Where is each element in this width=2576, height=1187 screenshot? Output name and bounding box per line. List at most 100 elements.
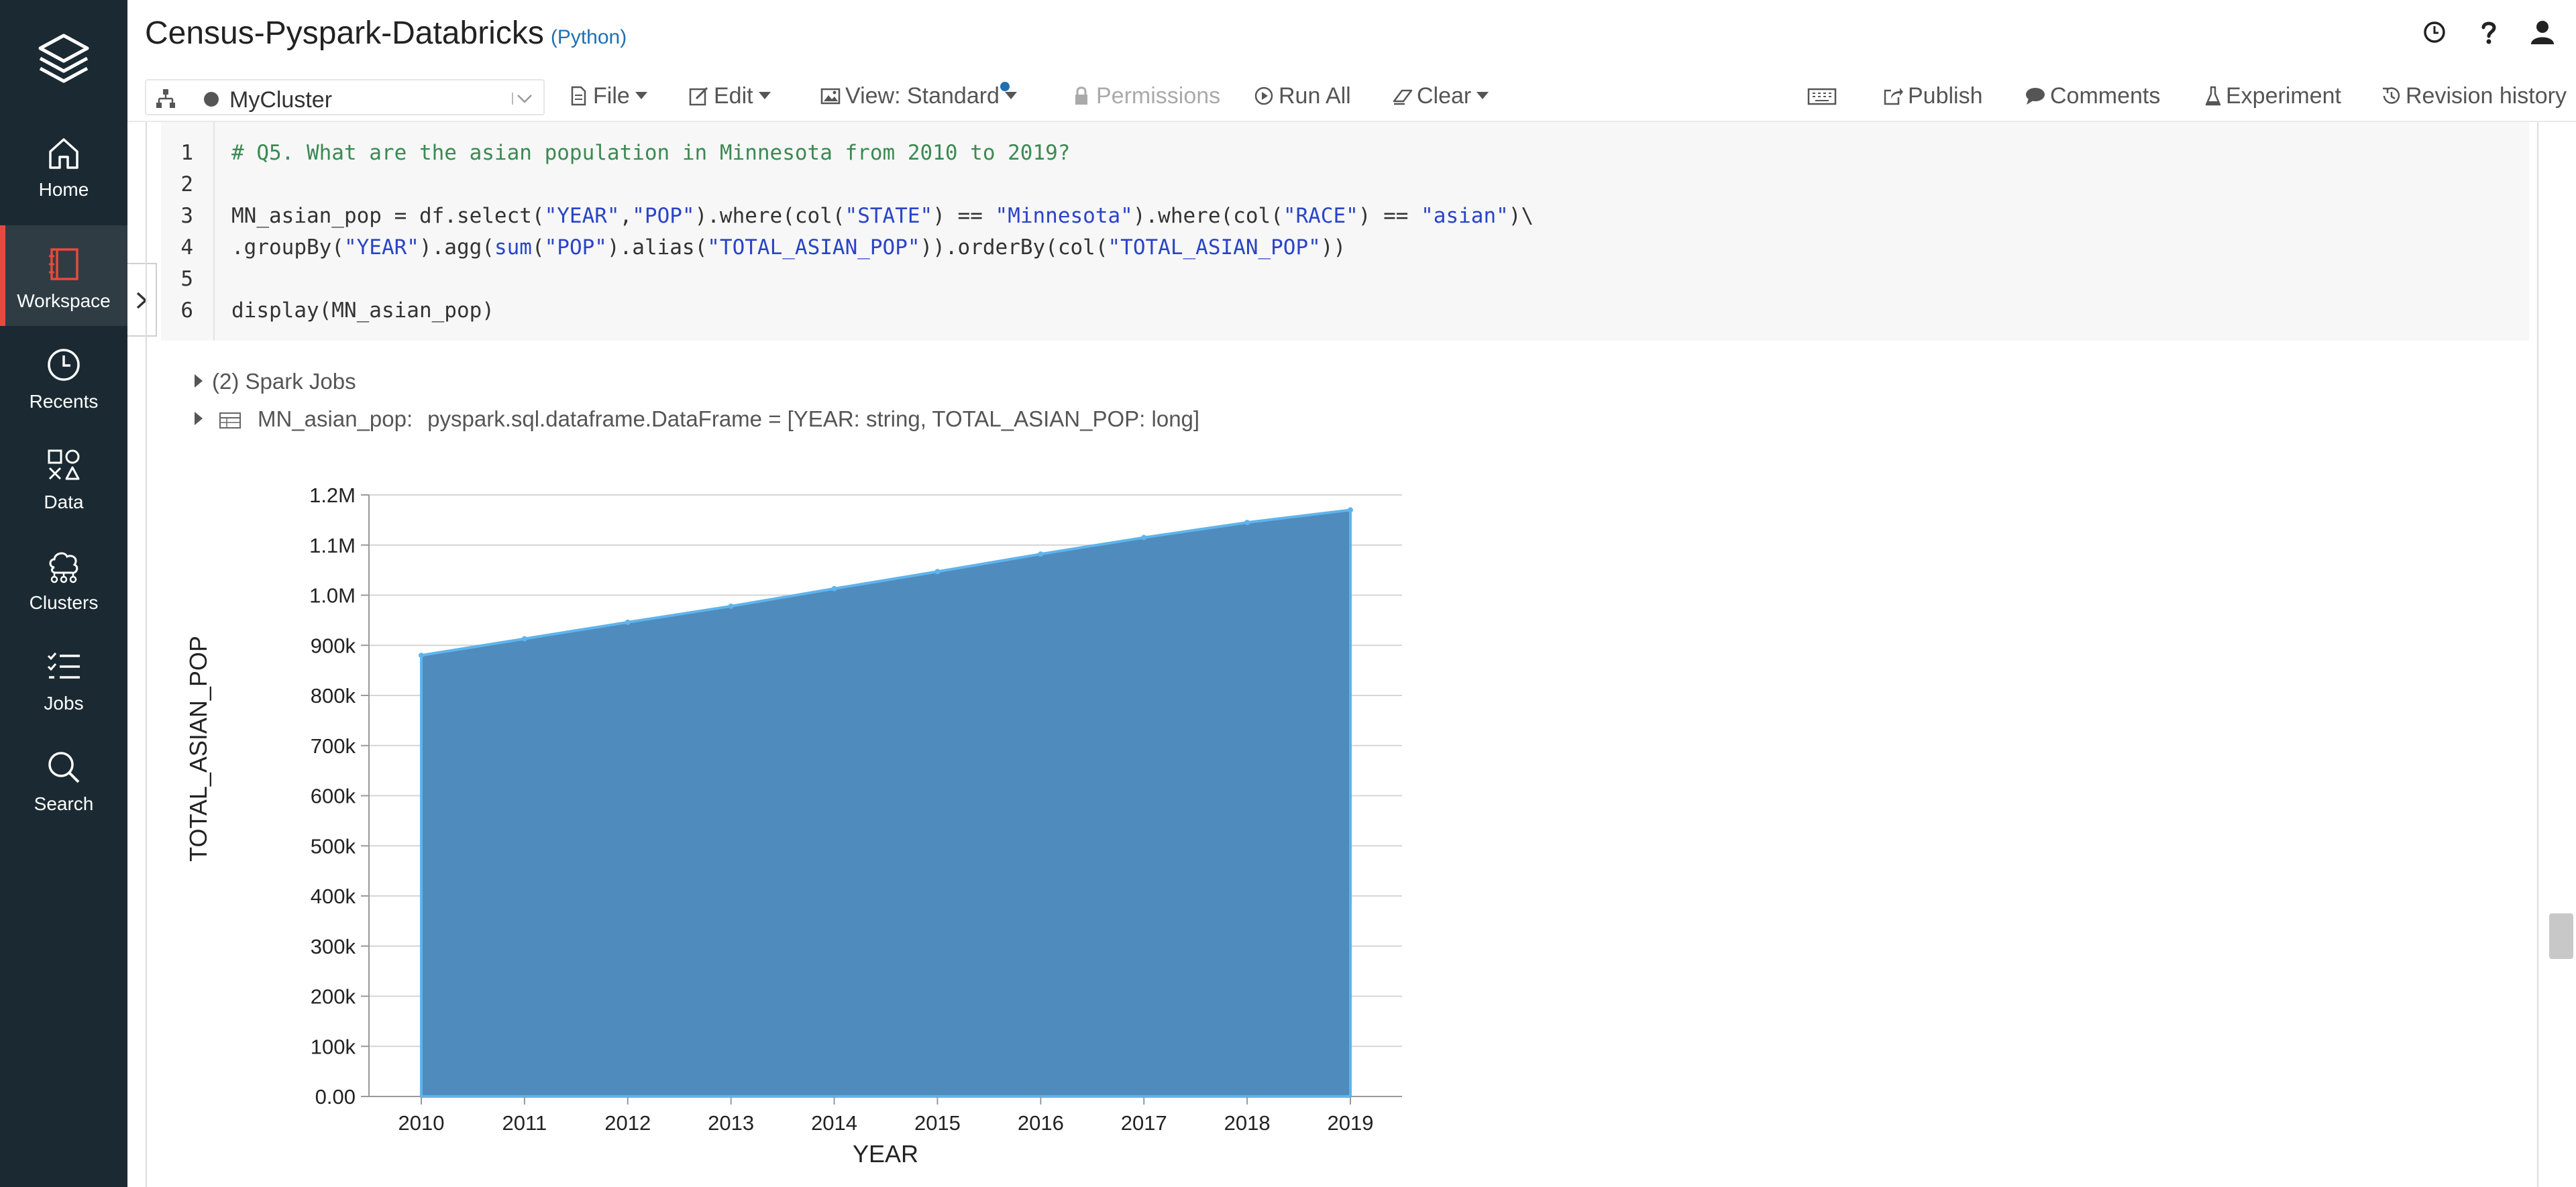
file-menu[interactable]: File bbox=[568, 83, 647, 109]
notebook-right-border bbox=[2537, 122, 2538, 1187]
cluster-status-dot bbox=[204, 92, 219, 107]
sidebar-item-search[interactable]: Search bbox=[0, 728, 127, 829]
sidebar-item-label: Data bbox=[44, 492, 84, 512]
dataframe-schema-toggle[interactable]: MN_asian_pop: pyspark.sql.dataframe.DataF… bbox=[195, 406, 1199, 432]
x-axis-title: YEAR bbox=[853, 1140, 918, 1167]
cluster-selector[interactable]: MyCluster bbox=[145, 79, 545, 115]
line-number: 2 bbox=[180, 172, 193, 196]
lock-icon bbox=[1075, 87, 1087, 105]
spark-jobs-label: (2) Spark Jobs bbox=[212, 369, 356, 394]
sidebar: Home Workspace Recents Data Clusters Job… bbox=[0, 0, 127, 1187]
databricks-logo-icon[interactable] bbox=[34, 30, 94, 91]
code-token: ) == bbox=[932, 204, 996, 228]
line-number: 3 bbox=[180, 204, 193, 228]
revision-history-button[interactable]: Revision history bbox=[2380, 83, 2567, 109]
permissions-label: Permissions bbox=[1096, 83, 1221, 109]
x-tick-label: 2018 bbox=[1224, 1111, 1271, 1135]
code-token: )).orderBy(col( bbox=[920, 235, 1108, 260]
view-menu[interactable]: View: Standard bbox=[820, 83, 1017, 109]
code-line-display[interactable]: display(MN_asian_pop) bbox=[231, 298, 494, 323]
workspace-icon bbox=[49, 248, 78, 280]
scrollbar-thumb[interactable] bbox=[2549, 913, 2573, 959]
y-tick-label: 500k bbox=[311, 834, 356, 858]
code-line-select[interactable]: MN_asian_pop = df.select("YEAR","POP").w… bbox=[231, 204, 1534, 228]
dataframe-name: MN_asian_pop: bbox=[258, 406, 413, 431]
code-string: "POP" bbox=[632, 204, 695, 228]
sidebar-item-label: Clusters bbox=[29, 592, 99, 613]
permissions-button[interactable]: Permissions bbox=[1071, 83, 1220, 109]
code-token: )\ bbox=[1508, 204, 1534, 228]
data-point bbox=[625, 619, 631, 625]
area-chart[interactable]: 0.00 100k 200k 300k 400k 500k 600k 700k 800k 900k… bbox=[174, 469, 1422, 1167]
x-tick-label: 2016 bbox=[1018, 1111, 1064, 1135]
x-tick-label: 2019 bbox=[1328, 1111, 1374, 1135]
x-tick-label: 2015 bbox=[914, 1111, 961, 1135]
data-point bbox=[1141, 534, 1147, 541]
code-comment-line[interactable]: # Q5. What are the asian population in M… bbox=[231, 141, 1070, 165]
y-tick-label: 200k bbox=[311, 985, 356, 1009]
sidebar-item-recents[interactable]: Recents bbox=[0, 326, 127, 427]
history-icon bbox=[2383, 87, 2400, 104]
code-token: ).where(col( bbox=[1132, 204, 1283, 228]
code-cell[interactable]: 1 2 3 4 5 6 # Q5. What are the asian pop… bbox=[161, 122, 2529, 341]
jobs-icon bbox=[47, 653, 80, 679]
clear-label: Clear bbox=[1417, 83, 1472, 109]
x-tick-label: 2010 bbox=[398, 1111, 445, 1135]
notebook-title[interactable]: Census-Pyspark-Databricks bbox=[145, 15, 544, 51]
cluster-tree-icon bbox=[156, 89, 175, 108]
data-point bbox=[831, 585, 837, 591]
comments-icon bbox=[2026, 88, 2045, 105]
run-all-button[interactable]: Run All bbox=[1253, 83, 1351, 109]
edit-menu[interactable]: Edit bbox=[688, 83, 771, 109]
search-icon bbox=[48, 752, 80, 783]
sidebar-item-jobs[interactable]: Jobs bbox=[0, 628, 127, 728]
keyboard-shortcuts-button[interactable] bbox=[1807, 83, 1841, 109]
line-number: 6 bbox=[180, 298, 193, 323]
data-point bbox=[934, 569, 941, 575]
run-all-label: Run All bbox=[1279, 83, 1351, 109]
sidebar-item-clusters[interactable]: Clusters bbox=[0, 527, 127, 628]
code-token: ) == bbox=[1358, 204, 1421, 228]
notebook-language[interactable]: (Python) bbox=[551, 26, 627, 48]
clusters-icon bbox=[49, 552, 78, 583]
y-tick-label: 800k bbox=[311, 684, 356, 708]
sidebar-collapse-toggle[interactable] bbox=[127, 263, 157, 337]
y-tick-label: 400k bbox=[311, 885, 356, 908]
data-point bbox=[521, 636, 527, 642]
sidebar-item-label: Jobs bbox=[44, 693, 84, 714]
caret-down-icon bbox=[1004, 92, 1017, 99]
x-tick-label: 2013 bbox=[708, 1111, 754, 1135]
expand-triangle-icon bbox=[195, 412, 203, 425]
sidebar-item-data[interactable]: Data bbox=[0, 427, 127, 527]
user-icon[interactable] bbox=[2529, 19, 2556, 46]
code-line-groupby[interactable]: .groupBy("YEAR").agg(sum("POP").alias("T… bbox=[231, 235, 1346, 260]
sidebar-item-label: Search bbox=[34, 793, 94, 814]
area-series bbox=[420, 508, 1352, 1098]
spark-jobs-toggle[interactable]: (2) Spark Jobs bbox=[195, 369, 356, 394]
clear-menu[interactable]: Clear bbox=[1391, 83, 1489, 109]
recent-activity-icon[interactable] bbox=[2421, 19, 2448, 46]
sidebar-item-home[interactable]: Home bbox=[0, 114, 127, 215]
experiment-button[interactable]: Experiment bbox=[2204, 83, 2341, 109]
help-icon[interactable] bbox=[2475, 19, 2502, 46]
data-icon bbox=[48, 449, 80, 480]
clock-icon bbox=[48, 349, 80, 381]
code-token: , bbox=[619, 204, 633, 228]
chevron-right-icon bbox=[136, 292, 148, 309]
x-tick-label: 2017 bbox=[1121, 1111, 1167, 1135]
code-string: "YEAR" bbox=[343, 235, 419, 260]
code-token: ( bbox=[531, 235, 545, 260]
code-string: "TOTAL_ASIAN_POP" bbox=[1108, 235, 1321, 260]
publish-button[interactable]: Publish bbox=[1882, 83, 1983, 109]
expand-triangle-icon bbox=[195, 374, 203, 388]
publish-label: Publish bbox=[1908, 83, 1983, 109]
code-string: "YEAR" bbox=[544, 204, 620, 228]
comments-button[interactable]: Comments bbox=[2025, 83, 2160, 109]
code-token: ).where(col( bbox=[694, 204, 845, 228]
code-token: MN_asian_pop = df.select( bbox=[231, 204, 545, 228]
y-tick-label: 1.2M bbox=[309, 484, 356, 507]
line-number: 4 bbox=[180, 235, 193, 260]
code-token: .groupBy( bbox=[231, 235, 344, 260]
file-menu-label: File bbox=[593, 83, 630, 109]
sidebar-item-workspace[interactable]: Workspace bbox=[0, 225, 127, 326]
